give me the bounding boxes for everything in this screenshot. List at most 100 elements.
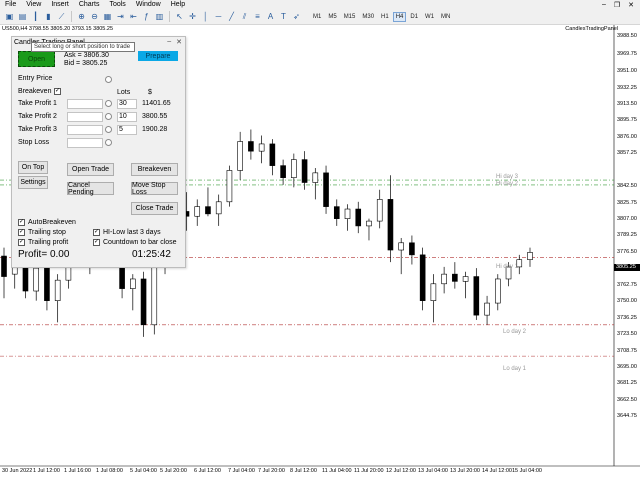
bear-candle bbox=[280, 165, 286, 178]
bear-candle bbox=[205, 206, 211, 215]
chart-tab-label[interactable]: CandlesTradingPanel bbox=[565, 26, 618, 32]
take-profit-1-radio[interactable] bbox=[105, 100, 112, 107]
bull-candle bbox=[291, 159, 297, 178]
current-price-marker: 3805.25 bbox=[614, 264, 640, 271]
price-level: 3662.50 bbox=[617, 397, 637, 403]
bull-candle bbox=[462, 276, 469, 282]
cancel-pending-button[interactable]: Cancel Pending bbox=[67, 182, 114, 196]
price-level: 3750.00 bbox=[617, 298, 637, 304]
entry-price-label: Entry Price bbox=[18, 75, 53, 82]
price-level: 3876.00 bbox=[617, 134, 637, 140]
bull-candle bbox=[258, 143, 265, 152]
date-label: 11 Jul 20:00 bbox=[354, 468, 384, 474]
date-label: 8 Jul 12:00 bbox=[290, 468, 317, 474]
bull-candle bbox=[430, 283, 437, 301]
breakeven-button[interactable]: Breakeven bbox=[131, 163, 178, 176]
countdown-checkbox[interactable]: ✓ bbox=[93, 239, 100, 246]
symbol-info: US500,H4 3798.55 3805.20 3793.15 3805.25 bbox=[2, 26, 114, 32]
take-profit-2-percent[interactable]: 10 bbox=[117, 112, 137, 122]
bear-candle bbox=[323, 172, 329, 207]
take-profit-1-input[interactable] bbox=[67, 99, 103, 109]
on-top-button[interactable]: On Top bbox=[18, 161, 48, 174]
take-profit-1-percent[interactable]: 30 bbox=[117, 99, 137, 109]
price-level: 3932.25 bbox=[617, 85, 637, 91]
date-label: 1 Jul 16:00 bbox=[64, 468, 91, 474]
trading-terminal: File View Insert Charts Tools Window Hel… bbox=[0, 0, 640, 480]
entry-price-radio[interactable] bbox=[105, 76, 112, 83]
take-profit-2-value: 3800.55 bbox=[142, 113, 168, 120]
close-trade-button[interactable]: Close Trade bbox=[131, 202, 178, 215]
bull-candle bbox=[527, 252, 533, 260]
bull-candle bbox=[130, 278, 136, 289]
date-label: 30 Jun 2022 bbox=[2, 468, 33, 474]
price-level: 3723.50 bbox=[617, 331, 637, 337]
breakeven-label: Breakeven bbox=[18, 88, 52, 95]
bull-candle bbox=[366, 220, 372, 227]
bear-candle bbox=[269, 143, 276, 166]
open-trade-button[interactable]: Open Trade bbox=[67, 163, 114, 176]
close-icon[interactable]: ✕ bbox=[176, 38, 182, 46]
hi-low-label: HI-Low last 3 days bbox=[103, 229, 161, 236]
price-level: 3681.25 bbox=[617, 380, 637, 386]
price-level: 3736.25 bbox=[617, 315, 637, 321]
date-label: 6 Jul 12:00 bbox=[194, 468, 221, 474]
take-profit-2-input[interactable] bbox=[67, 112, 103, 122]
take-profit-2-label: Take Profit 2 bbox=[18, 113, 57, 120]
price-level: 3969.75 bbox=[617, 51, 637, 57]
bull-candle bbox=[441, 273, 447, 285]
take-profit-3-label: Take Profit 3 bbox=[18, 126, 57, 133]
tooltip: Select long or short position to trade bbox=[31, 42, 135, 52]
bear-candle bbox=[387, 199, 394, 251]
bull-candle bbox=[398, 242, 404, 251]
take-profit-2-radio[interactable] bbox=[105, 113, 112, 120]
hi-day-1-label: Hi day 1 bbox=[496, 264, 519, 270]
breakeven-checkbox[interactable]: ✓ bbox=[54, 88, 61, 95]
lo-day-1-label: Lo day 1 bbox=[503, 366, 527, 372]
price-level: 3708.75 bbox=[617, 348, 637, 354]
stop-loss-radio[interactable] bbox=[105, 139, 112, 146]
take-profit-3-percent[interactable]: 5 bbox=[117, 125, 137, 135]
price-level: 3644.75 bbox=[617, 413, 637, 419]
price-level: 3857.25 bbox=[617, 150, 637, 156]
hi-low-checkbox[interactable]: ✓ bbox=[93, 229, 100, 236]
date-label: 1 Jul 08:00 bbox=[96, 468, 123, 474]
move-stop-loss-button[interactable]: Move Stop Loss bbox=[131, 182, 178, 196]
bull-candle bbox=[376, 199, 383, 222]
take-profit-3-radio[interactable] bbox=[105, 126, 112, 133]
price-level: 3988.50 bbox=[617, 33, 637, 39]
minimize-icon[interactable]: – bbox=[167, 38, 171, 46]
stop-loss-label: Stop Loss bbox=[18, 139, 50, 146]
bull-candle bbox=[312, 172, 319, 183]
price-level: 3951.00 bbox=[617, 68, 637, 74]
date-label: 15 Jul 04:00 bbox=[512, 468, 542, 474]
date-label: 5 Jul 20:00 bbox=[160, 468, 187, 474]
prepare-button[interactable]: Prepare bbox=[138, 51, 178, 61]
price-level: 3762.75 bbox=[617, 282, 637, 288]
bear-candle bbox=[140, 278, 147, 326]
trailing-stop-checkbox[interactable]: ✓ bbox=[18, 229, 25, 236]
stop-loss-input[interactable] bbox=[67, 138, 103, 148]
bull-candle bbox=[151, 266, 158, 326]
date-label: 5 Jul 04:00 bbox=[130, 468, 157, 474]
date-label: 7 Jul 04:00 bbox=[228, 468, 255, 474]
bull-candle bbox=[54, 279, 61, 301]
panel-controls: – ✕ bbox=[167, 38, 182, 46]
auto-breakeven-checkbox[interactable]: ✓ bbox=[18, 219, 25, 226]
auto-breakeven-label: AutoBreakeven bbox=[28, 219, 76, 226]
settings-button[interactable]: Settings bbox=[18, 176, 48, 189]
price-level: 3842.50 bbox=[617, 183, 637, 189]
bear-candle bbox=[44, 267, 50, 301]
price-level: 3913.50 bbox=[617, 101, 637, 107]
price-level: 3895.75 bbox=[617, 117, 637, 123]
bear-candle bbox=[355, 208, 362, 227]
bear-candle bbox=[452, 273, 458, 282]
date-label: 12 Jul 12:00 bbox=[386, 468, 416, 474]
bear-candle bbox=[419, 254, 426, 301]
bear-candle bbox=[1, 255, 7, 277]
open-status-button[interactable]: Open bbox=[18, 51, 55, 67]
bull-candle bbox=[484, 302, 490, 316]
take-profit-3-input[interactable] bbox=[67, 125, 103, 135]
lots-label: Lots bbox=[117, 89, 131, 96]
trailing-profit-checkbox[interactable]: ✓ bbox=[18, 239, 25, 246]
lo-day-2-label: Lo day 2 bbox=[503, 329, 527, 335]
